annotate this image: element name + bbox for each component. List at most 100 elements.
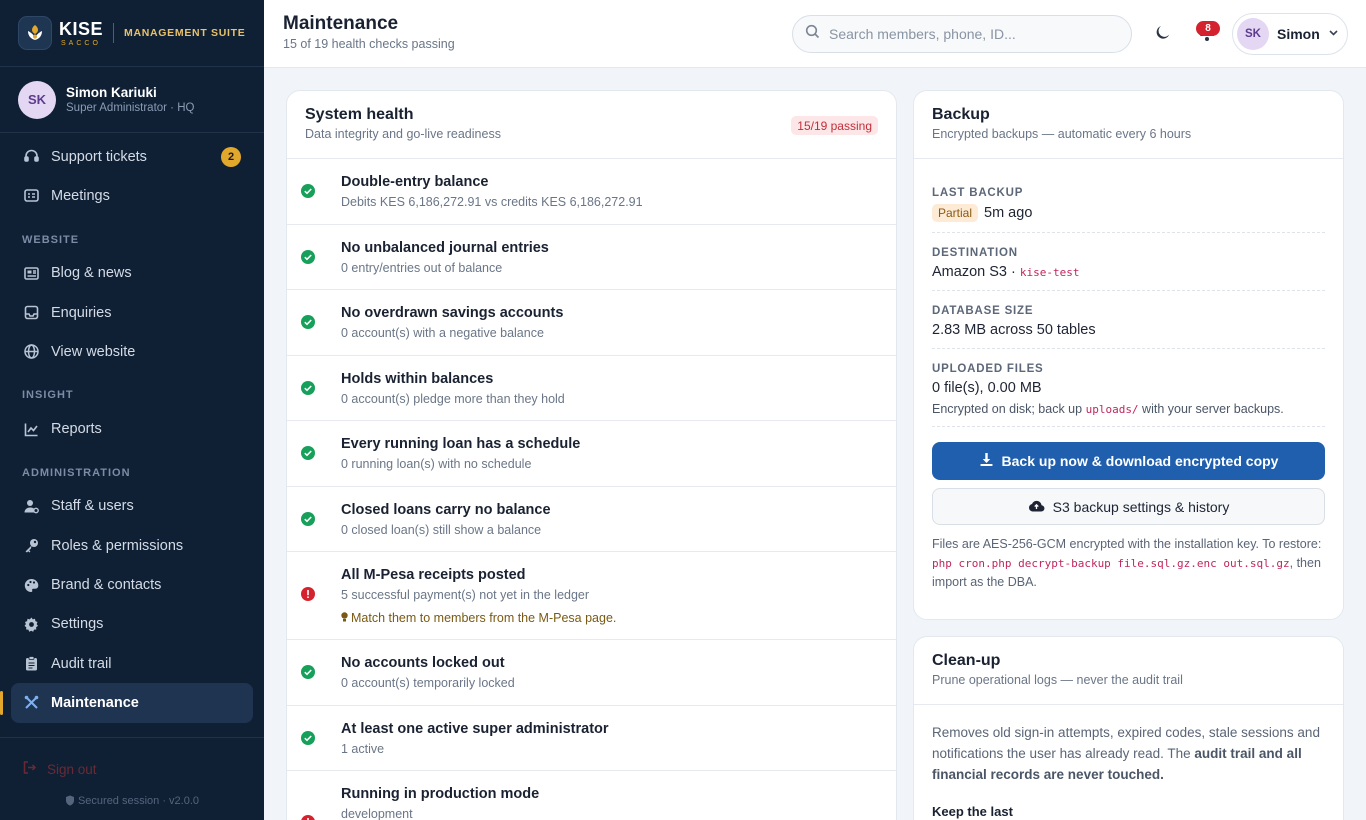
dark-mode-toggle-icon[interactable] [1154, 23, 1172, 46]
inbox-icon [22, 304, 40, 322]
health-check-row: Double-entry balance Debits KES 6,186,27… [287, 159, 896, 225]
check-detail: 0 account(s) pledge more than they hold [341, 391, 565, 406]
cleanup-subtitle: Prune operational logs — never the audit… [932, 673, 1183, 687]
cleanup-card: Clean-up Prune operational logs — never … [913, 636, 1344, 820]
sidebar-item-enquiries[interactable]: Enquiries [11, 293, 253, 332]
check-fail-icon [301, 587, 315, 601]
check-pass-icon [301, 665, 315, 679]
sidebar-item-label: Enquiries [51, 304, 112, 321]
search-placeholder: Search members, phone, ID... [829, 26, 1016, 42]
check-hint: Match them to members from the M-Pesa pa… [341, 611, 616, 626]
sidebar-item-support-tickets[interactable]: Support tickets 2 [11, 137, 253, 176]
restore-instructions: Files are AES-256-GCM encrypted with the… [932, 535, 1325, 592]
sidebar-item-meetings[interactable]: Meetings [11, 176, 253, 215]
notification-count-badge: 8 [1196, 21, 1220, 36]
page-subtitle: 15 of 19 health checks passing [283, 37, 455, 51]
avatar: SK [1237, 18, 1269, 50]
database-size-value: 2.83 MB across 50 tables [932, 322, 1096, 338]
secured-session-label: Secured session · v2.0.0 [77, 795, 200, 807]
tools-icon [22, 694, 40, 712]
health-check-row: No overdrawn savings accounts 0 account(… [287, 290, 896, 356]
check-pass-icon [301, 249, 315, 264]
destination-row: DESTINATION Amazon S3 · kise-test [932, 233, 1325, 291]
keep-the-last-label: Keep the last [932, 804, 1013, 819]
health-check-row: No unbalanced journal entries 0 entry/en… [287, 225, 896, 290]
database-size-label: DATABASE SIZE [932, 305, 1034, 317]
sidebar-item-label: Maintenance [51, 694, 139, 711]
check-pass-icon [301, 446, 315, 460]
sidebar-item-blog[interactable]: Blog & news [11, 254, 253, 293]
sidebar-item-view-website[interactable]: View website [11, 332, 253, 371]
partial-status-badge: Partial [932, 204, 979, 222]
brand-suite: MANAGEMENT SUITE [124, 27, 246, 39]
shield-icon [65, 795, 75, 809]
check-title: All M-Pesa receipts posted [341, 567, 526, 583]
brand: KISE SACCO MANAGEMENT SUITE [0, 0, 264, 67]
cleanup-description: Removes old sign-in attempts, expired co… [914, 705, 1343, 820]
sidebar-item-label: Reports [51, 421, 102, 438]
sign-out-label: Sign out [47, 761, 97, 777]
key-icon [22, 537, 40, 555]
meetings-icon [22, 187, 40, 205]
headset-icon [22, 148, 40, 166]
check-title: Closed loans carry no balance [341, 501, 551, 518]
sidebar: KISE SACCO MANAGEMENT SUITE SK Simon Kar… [0, 0, 264, 820]
brand-name: KISE [59, 18, 104, 39]
last-backup-label: LAST BACKUP [932, 187, 1024, 199]
user-menu-button[interactable]: SK Simon [1232, 13, 1348, 55]
health-check-row: Closed loans carry no balance 0 closed l… [287, 487, 896, 552]
sidebar-item-maintenance[interactable]: Maintenance [0, 683, 253, 723]
sidebar-item-label: Roles & permissions [51, 537, 184, 554]
line-chart-icon [22, 420, 40, 438]
profile-name: Simon Kariuki [66, 85, 157, 100]
sidebar-item-label: Settings [51, 616, 104, 633]
bucket-name: kise-test [1019, 265, 1080, 279]
destination-value: Amazon S3 · [932, 264, 1016, 280]
check-title: Double-entry balance [341, 174, 489, 190]
check-detail: 1 active [341, 741, 385, 756]
nav-section-insight: INSIGHT [22, 389, 74, 402]
cloud-upload-icon [1028, 499, 1053, 515]
sidebar-item-label: View website [51, 343, 136, 360]
health-check-list: Double-entry balance Debits KES 6,186,27… [287, 159, 896, 820]
page-title: Maintenance [283, 13, 399, 34]
s3-settings-button[interactable]: S3 backup settings & history [932, 488, 1325, 525]
sidebar-item-label: Audit trail [51, 655, 112, 672]
sidebar-item-label: Support tickets [51, 148, 147, 165]
sidebar-item-label: Meetings [51, 187, 110, 204]
user-gear-icon [22, 497, 40, 515]
uploads-path: uploads/ [1085, 403, 1139, 416]
check-detail: 0 account(s) temporarily locked [341, 676, 515, 690]
uploaded-files-note: Encrypted on disk; back up uploads/ with… [932, 402, 1325, 416]
brand-divider [113, 23, 115, 43]
profile-role: Super Administrator · HQ [66, 102, 195, 114]
sidebar-item-settings[interactable]: Settings [11, 605, 253, 644]
sidebar-item-audit-trail[interactable]: Audit trail [11, 644, 253, 683]
sidebar-item-label: Blog & news [51, 265, 132, 282]
avatar: SK [18, 80, 56, 119]
secured-session-note: Secured session · v2.0.0 [0, 795, 264, 809]
sign-out-link[interactable]: Sign out [0, 738, 264, 800]
sidebar-item-reports[interactable]: Reports [11, 409, 253, 448]
restore-text: Files are AES-256-GCM encrypted with the… [932, 537, 1322, 551]
sidebar-item-label: Staff & users [51, 498, 134, 515]
database-size-row: DATABASE SIZE 2.83 MB across 50 tables [932, 291, 1325, 349]
check-detail: 5 successful payment(s) not yet in the l… [341, 588, 590, 602]
cleanup-title: Clean-up [932, 652, 1001, 669]
brand-tagline: SACCO [61, 39, 101, 47]
note-text: Encrypted on disk; back up [932, 402, 1083, 416]
newspaper-icon [22, 264, 40, 282]
search-input[interactable]: Search members, phone, ID... [792, 15, 1132, 53]
globe-icon [22, 343, 40, 361]
check-title: No unbalanced journal entries [341, 239, 549, 256]
check-title: Holds within balances [341, 370, 494, 387]
uploaded-files-label: UPLOADED FILES [932, 363, 1044, 375]
health-check-row: No accounts locked out 0 account(s) temp… [287, 640, 896, 706]
sidebar-item-roles[interactable]: Roles & permissions [11, 526, 253, 565]
sidebar-item-brand-contacts[interactable]: Brand & contacts [11, 565, 253, 604]
health-check-row: Running in production mode development [287, 771, 896, 820]
backup-now-button[interactable]: Back up now & download encrypted copy [932, 442, 1325, 480]
uploaded-files-row: UPLOADED FILES 0 file(s), 0.00 MB Encryp… [932, 349, 1325, 427]
sidebar-item-staff[interactable]: Staff & users [11, 487, 253, 526]
uploaded-files-value: 0 file(s), 0.00 MB [932, 380, 1042, 396]
